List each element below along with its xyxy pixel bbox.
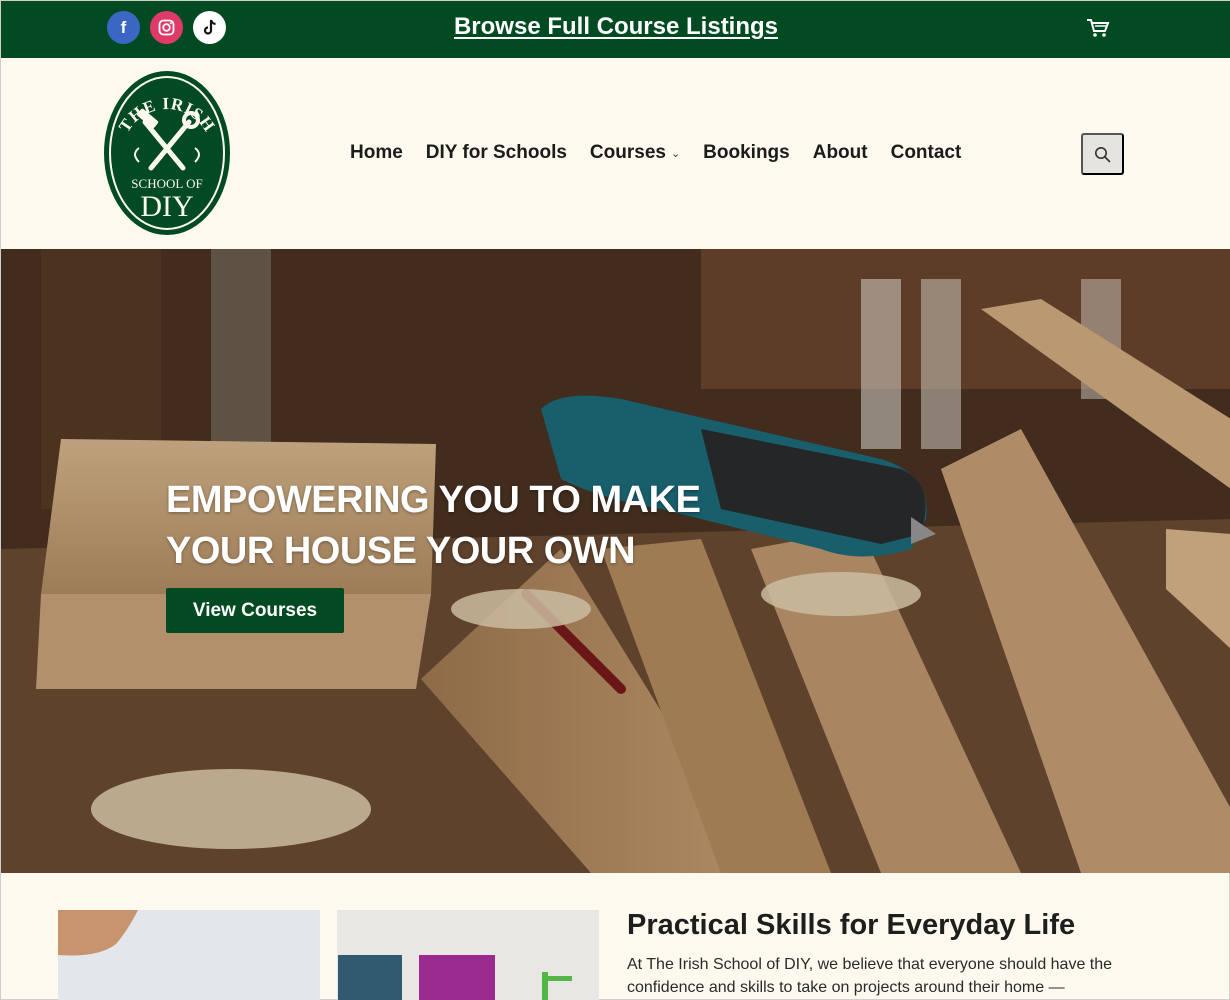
photo-2-image <box>337 910 599 1000</box>
hero-banner: EMPOWERING YOU TO MAKE YOUR HOUSE YOUR O… <box>1 249 1230 873</box>
site-header: THE IRISH SCHOOL OF DIY Home DIY for Sch… <box>1 58 1230 249</box>
nav-courses[interactable]: Courses ⌄ <box>590 142 680 164</box>
nav-about[interactable]: About <box>813 142 868 164</box>
main-navigation: Home DIY for Schools Courses ⌄ Bookings … <box>350 142 984 164</box>
hero-headline-line1: EMPOWERING YOU TO MAKE <box>166 479 701 521</box>
cart-icon[interactable] <box>1085 16 1111 40</box>
chevron-down-icon: ⌄ <box>670 147 681 160</box>
hero-headline: EMPOWERING YOU TO MAKE YOUR HOUSE YOUR O… <box>166 475 806 577</box>
nav-home[interactable]: Home <box>350 142 403 164</box>
photo-1-image <box>58 910 320 1000</box>
nav-contact[interactable]: Contact <box>891 142 962 164</box>
logo-line3: DIY <box>140 190 193 223</box>
nav-diy-for-schools[interactable]: DIY for Schools <box>426 142 567 164</box>
logo-emblem: THE IRISH SCHOOL OF DIY <box>104 71 230 235</box>
search-icon <box>1095 146 1111 162</box>
logo-line2: SCHOOL OF <box>131 176 202 191</box>
view-courses-button[interactable]: View Courses <box>166 588 344 633</box>
gallery-photo-2 <box>337 910 599 1000</box>
gallery-photo-1 <box>58 910 320 1000</box>
section-title: Practical Skills for Everyday Life <box>627 909 1076 941</box>
search-button[interactable] <box>1081 133 1124 175</box>
nav-bookings[interactable]: Bookings <box>703 142 790 164</box>
top-announcement-bar: f Browse Full Course Listings <box>1 1 1230 58</box>
section-body: At The Irish School of DIY, we believe t… <box>627 956 1113 996</box>
site-logo[interactable]: THE IRISH SCHOOL OF DIY <box>103 70 231 237</box>
hero-headline-line2: YOUR HOUSE YOUR OWN <box>166 530 636 572</box>
nav-courses-label: Courses <box>589 142 666 163</box>
browse-course-listings-link[interactable]: Browse Full Course Listings <box>1 13 1230 41</box>
cart-glyph <box>1087 19 1110 37</box>
